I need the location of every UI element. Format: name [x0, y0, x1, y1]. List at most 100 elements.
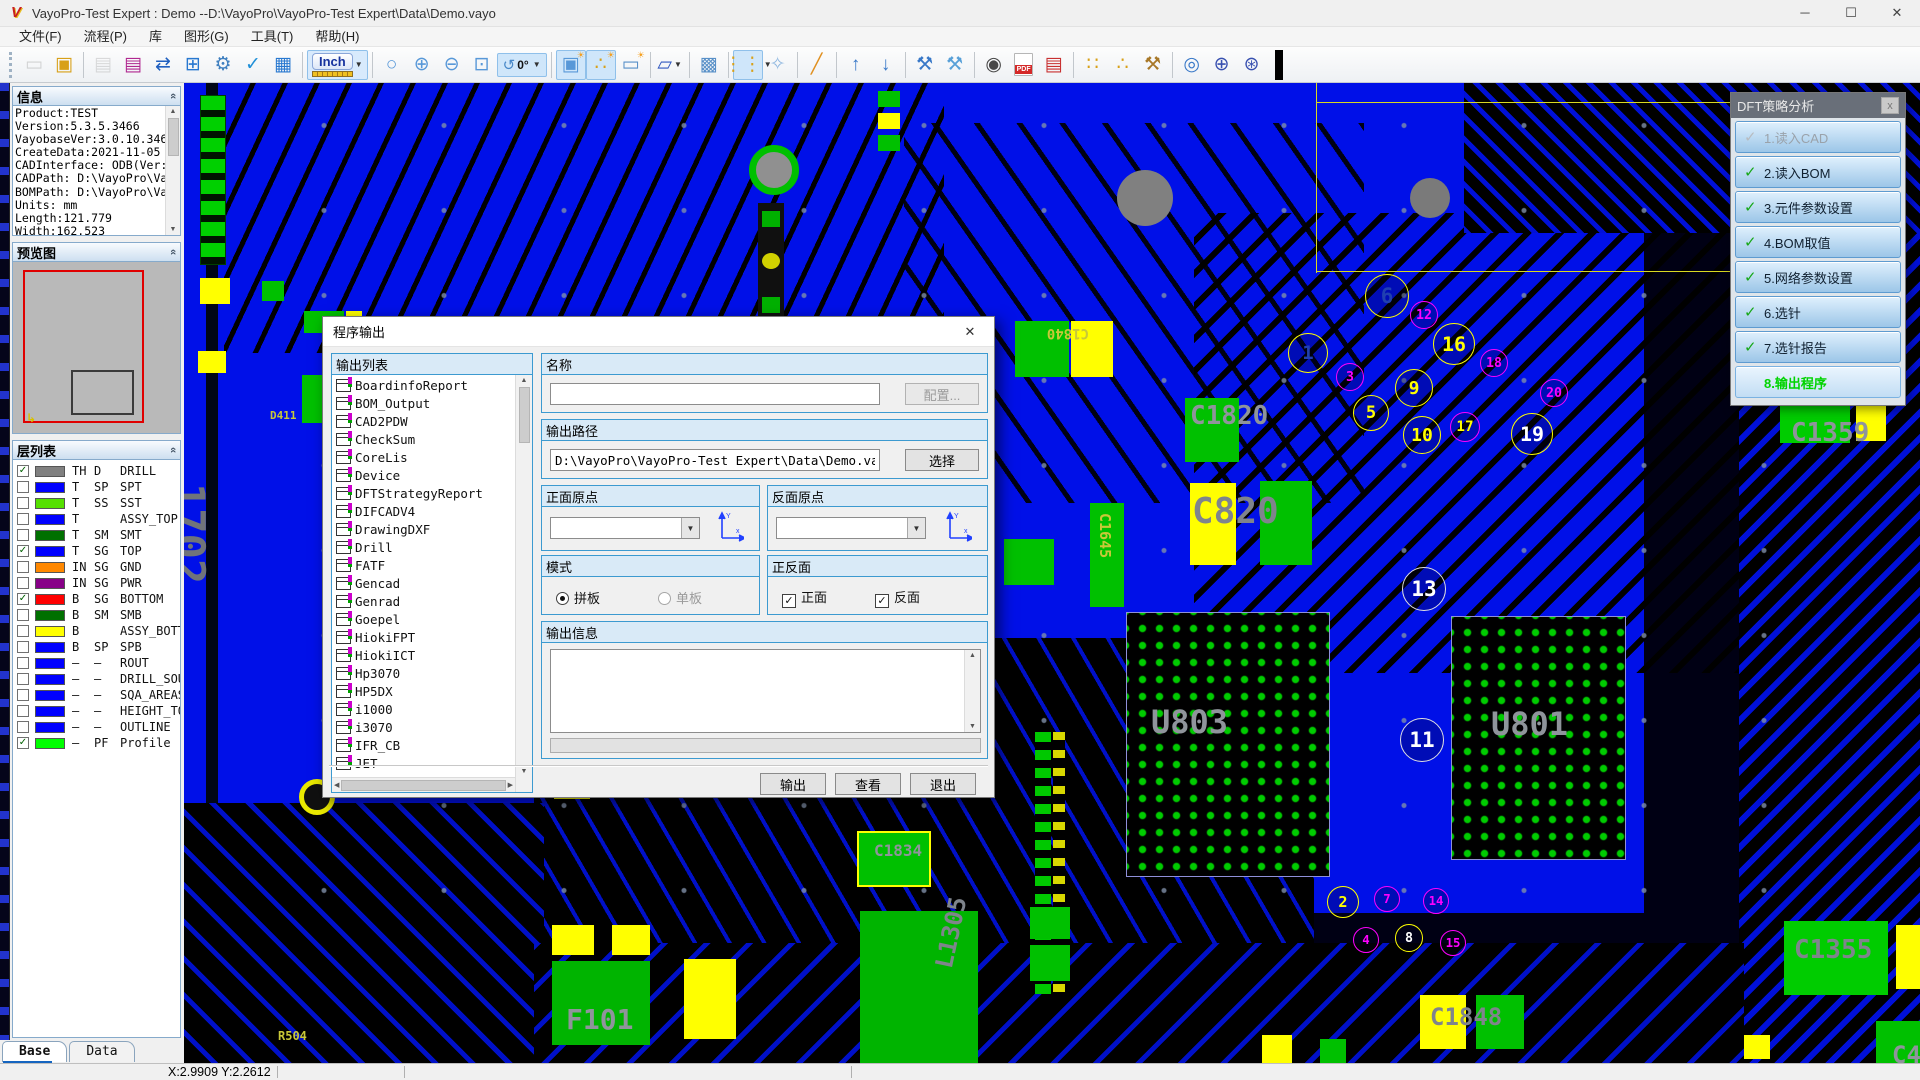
chevron-down-icon[interactable]: ▼	[681, 518, 699, 538]
layer-visibility-checkbox[interactable]	[17, 673, 29, 685]
scroll-thumb[interactable]	[341, 780, 505, 791]
list-hscrollbar[interactable]: ◀▶	[332, 777, 515, 792]
output-info-textarea[interactable]: ▲▼	[550, 649, 981, 733]
binoculars-button[interactable]: ◉	[979, 50, 1009, 80]
dft-step[interactable]: ✓2.读入BOM	[1735, 156, 1901, 188]
tab-base[interactable]: Base	[2, 1041, 67, 1062]
zoom-in-button[interactable]: ⊕	[407, 50, 437, 80]
dft-close-button[interactable]: x	[1881, 97, 1899, 114]
layer-visibility-checkbox[interactable]	[17, 721, 29, 733]
layer-color-swatch[interactable]	[35, 738, 65, 749]
output-list-item[interactable]: IFR_CB	[333, 736, 515, 754]
layer-visibility-checkbox[interactable]: ✓	[17, 593, 29, 605]
layer-row[interactable]: INSGPWR	[13, 575, 180, 591]
layer-color-swatch[interactable]	[35, 530, 65, 541]
import-cad-button[interactable]: ▤	[88, 50, 118, 80]
output-list-item[interactable]: BOM_Output	[333, 394, 515, 412]
layer-visibility-checkbox[interactable]	[17, 609, 29, 621]
mode-option-selected[interactable]: 拼板	[556, 588, 600, 607]
textarea-scrollbar[interactable]: ▲▼	[964, 650, 980, 732]
dft-step[interactable]: ✓1.读入CAD	[1735, 121, 1901, 153]
probe-target-button[interactable]: ◎	[1177, 50, 1207, 80]
board-highlight-button[interactable]: ▭☀	[616, 50, 646, 80]
pads-view-button[interactable]: ∴	[1108, 50, 1138, 80]
zoom-window-button[interactable]: ⊡	[467, 50, 497, 80]
highlight-bulb-button[interactable]: ✧	[763, 50, 793, 80]
dft-step[interactable]: ✓5.网络参数设置	[1735, 261, 1901, 293]
menu-item[interactable]: 帮助(H)	[304, 27, 370, 47]
info-panel-header[interactable]: 信息 «	[12, 86, 181, 106]
view-button[interactable]: 查看	[835, 773, 901, 795]
scroll-up-icon[interactable]: ▲	[521, 377, 528, 384]
minimize-button[interactable]: ─	[1782, 0, 1828, 26]
pdf-report-button[interactable]: ▤	[1039, 50, 1069, 80]
pads-export-button[interactable]: ∷	[1078, 50, 1108, 80]
exit-button[interactable]: 退出	[910, 773, 976, 795]
chevron-down-icon[interactable]: ▼	[533, 60, 541, 69]
layer-color-swatch[interactable]	[35, 658, 65, 669]
layer-row[interactable]: ——HEIGHT_TOP	[13, 703, 180, 719]
output-list-item[interactable]: DFTStrategyReport	[333, 484, 515, 502]
layer-color-swatch[interactable]	[35, 594, 65, 605]
layer-row[interactable]: TSSSST	[13, 495, 180, 511]
dft-step[interactable]: 8.输出程序	[1735, 366, 1901, 398]
layer-row[interactable]: BASSY_BOTTOM	[13, 623, 180, 639]
side-option[interactable]: ✓正面	[782, 587, 827, 608]
output-list-item[interactable]: HP5DX	[333, 682, 515, 700]
component-highlight-button[interactable]: ▣☀	[556, 50, 586, 80]
scroll-left-icon[interactable]: ◀	[334, 781, 339, 789]
layer-row[interactable]: ✓THDDRILL	[13, 463, 180, 479]
layer-visibility-checkbox[interactable]	[17, 513, 29, 525]
layer-row[interactable]: ——ROUT	[13, 655, 180, 671]
output-list-item[interactable]: HiokiICT	[333, 646, 515, 664]
layer-color-swatch[interactable]	[35, 514, 65, 525]
output-list-item[interactable]: Genrad	[333, 592, 515, 610]
output-list-item[interactable]: BoardinfoReport	[333, 376, 515, 394]
dft-step[interactable]: ✓7.选针报告	[1735, 331, 1901, 363]
dft-step[interactable]: ✓6.选针	[1735, 296, 1901, 328]
layer-visibility-checkbox[interactable]	[17, 497, 29, 509]
layer-visibility-checkbox[interactable]: ✓	[17, 465, 29, 477]
output-list-item[interactable]: Goepel	[333, 610, 515, 628]
move-up-button[interactable]: ↑	[841, 50, 871, 80]
menu-item[interactable]: 图形(G)	[173, 27, 240, 47]
view-window-preview[interactable]	[71, 370, 134, 415]
output-path-input[interactable]	[550, 449, 880, 471]
layer-visibility-checkbox[interactable]	[17, 561, 29, 573]
layer-color-swatch[interactable]	[35, 562, 65, 573]
preview-panel-body[interactable]: ↳	[12, 262, 181, 434]
preview-panel-header[interactable]: 预览图 «	[12, 242, 181, 262]
layer-row[interactable]: TASSY_TOP	[13, 511, 180, 527]
radio-icon[interactable]	[556, 592, 569, 605]
menu-item[interactable]: 工具(T)	[240, 27, 305, 47]
pin-check-button[interactable]: ✓	[238, 50, 268, 80]
board-new-button[interactable]: ▭	[19, 50, 49, 80]
output-list-item[interactable]: Gencad	[333, 574, 515, 592]
scroll-thumb[interactable]	[519, 387, 530, 443]
layer-row[interactable]: ✓TSGTOP	[13, 543, 180, 559]
maximize-button[interactable]: ☐	[1828, 0, 1874, 26]
coord-circle-button[interactable]: ⊛	[1237, 50, 1267, 80]
side-option[interactable]: ✓反面	[875, 587, 920, 608]
layer-color-swatch[interactable]	[35, 498, 65, 509]
origin-zero-button[interactable]: ⊕	[1207, 50, 1237, 80]
name-input[interactable]	[550, 383, 880, 405]
menu-item[interactable]: 流程(P)	[73, 27, 138, 47]
open-project-button[interactable]: ▣	[49, 50, 79, 80]
multi-select-button[interactable]: ▩	[694, 50, 724, 80]
layer-visibility-checkbox[interactable]: ✓	[17, 545, 29, 557]
zoom-button[interactable]: ○	[377, 50, 407, 80]
move-down-button[interactable]: ↓	[871, 50, 901, 80]
layer-visibility-checkbox[interactable]	[17, 577, 29, 589]
scroll-right-icon[interactable]: ▶	[508, 781, 513, 789]
pin-tools-button[interactable]: ⚒	[1138, 50, 1168, 80]
radio-icon[interactable]	[658, 592, 671, 605]
layer-visibility-checkbox[interactable]	[17, 705, 29, 717]
scroll-up-icon[interactable]: ▲	[170, 108, 177, 115]
dft-step[interactable]: ✓4.BOM取值	[1735, 226, 1901, 258]
output-list-box[interactable]: BoardinfoReportBOM_OutputCAD2PDWCheckSum…	[332, 375, 532, 792]
layer-visibility-checkbox[interactable]	[17, 481, 29, 493]
layer-visibility-checkbox[interactable]	[17, 689, 29, 701]
layer-color-swatch[interactable]	[35, 674, 65, 685]
scroll-down-icon[interactable]: ▼	[521, 768, 528, 775]
